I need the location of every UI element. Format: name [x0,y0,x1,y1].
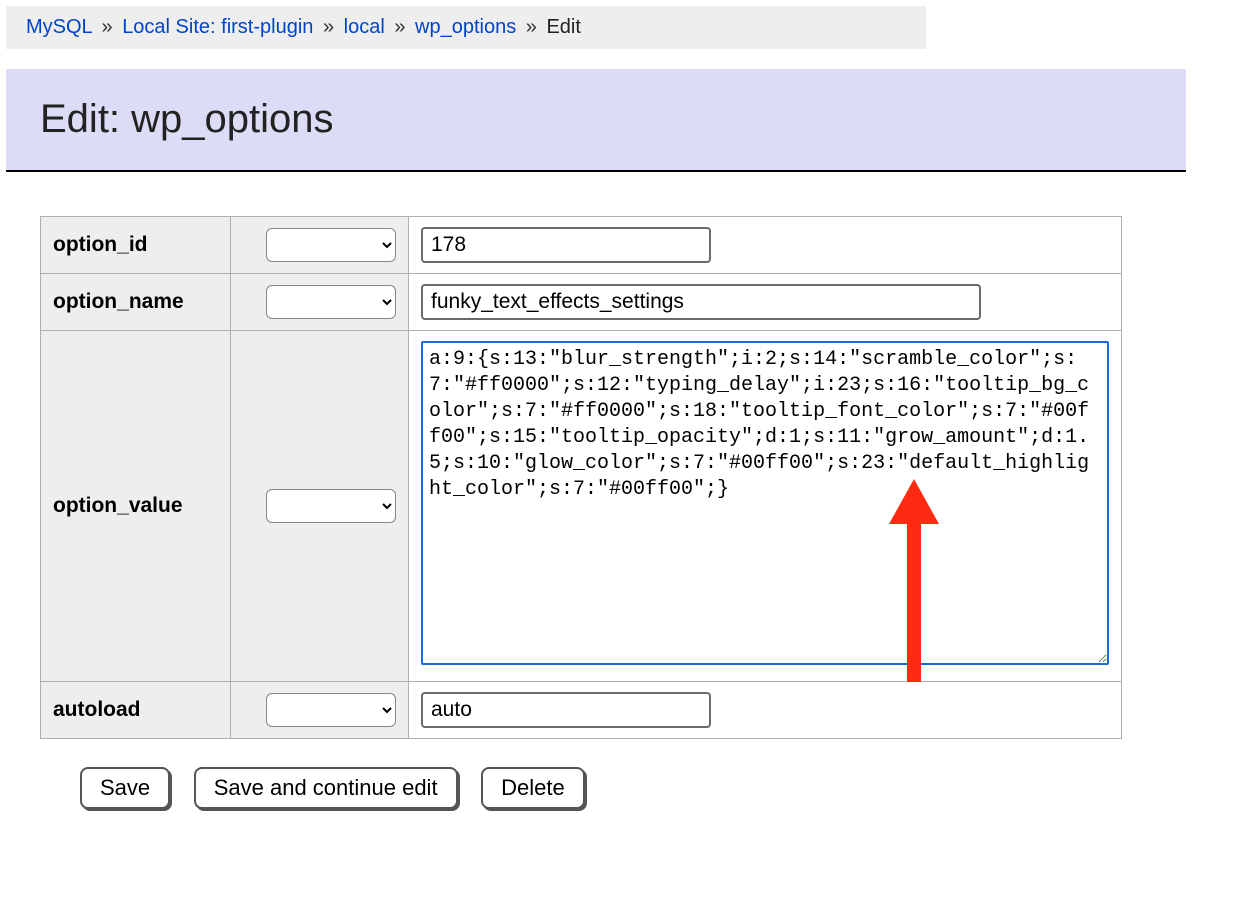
function-select-option-id[interactable] [266,228,396,262]
label-option-value: option_value [41,331,231,682]
label-option-name: option_name [41,274,231,331]
label-option-id: option_id [41,217,231,274]
page-title: Edit: wp_options [40,97,1152,142]
row-option-id: option_id [41,217,1122,274]
action-buttons-row: Save Save and continue edit Delete [80,767,1236,809]
row-autoload: autoload [41,682,1122,739]
breadcrumb-link-mysql[interactable]: MySQL [26,16,92,38]
save-continue-button[interactable]: Save and continue edit [194,767,458,809]
row-option-name: option_name [41,274,1122,331]
breadcrumb-separator: » [394,16,405,38]
row-option-value: option_value [41,331,1122,682]
edit-form-table: option_id option_name option_value [40,216,1122,739]
breadcrumb-link-table[interactable]: wp_options [415,16,516,38]
breadcrumb-separator: » [323,16,334,38]
input-autoload[interactable] [421,692,711,728]
breadcrumb-separator: » [526,16,537,38]
title-band: Edit: wp_options [6,69,1186,172]
input-option-name[interactable] [421,284,981,320]
save-button[interactable]: Save [80,767,170,809]
breadcrumb-link-db[interactable]: local [344,16,385,38]
function-select-option-value[interactable] [266,489,396,523]
function-select-autoload[interactable] [266,693,396,727]
delete-button[interactable]: Delete [481,767,585,809]
label-autoload: autoload [41,682,231,739]
breadcrumb: MySQL » Local Site: first-plugin » local… [6,6,926,49]
input-option-id[interactable] [421,227,711,263]
breadcrumb-separator: » [102,16,113,38]
function-select-option-name[interactable] [266,285,396,319]
textarea-option-value[interactable] [421,341,1109,665]
breadcrumb-current: Edit [546,16,580,38]
breadcrumb-link-site[interactable]: Local Site: first-plugin [122,16,313,38]
